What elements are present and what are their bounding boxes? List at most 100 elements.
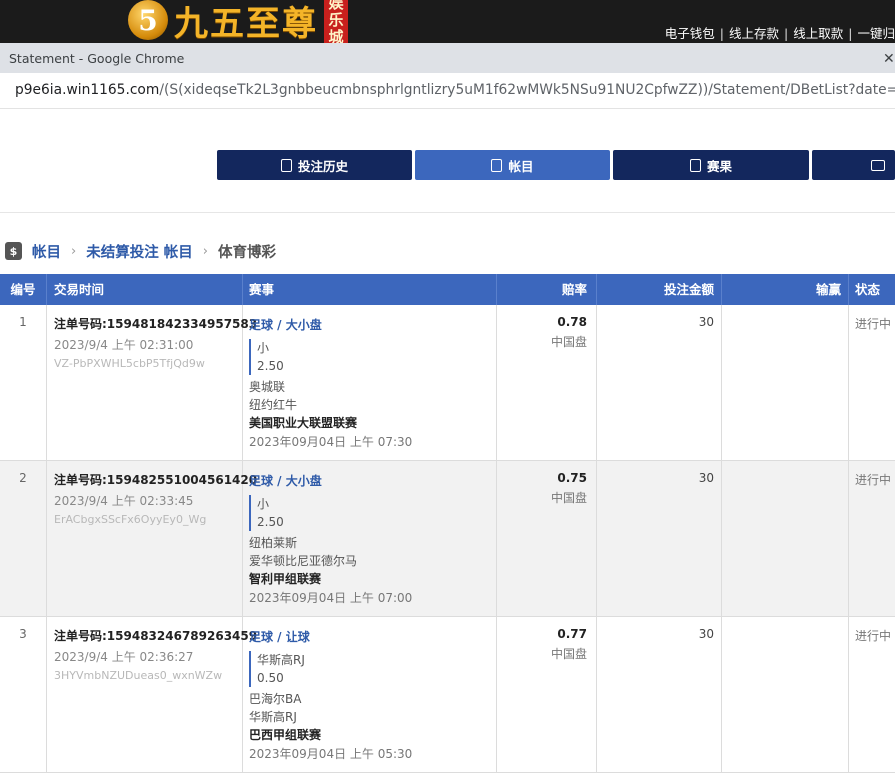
transaction-time: 2023/9/4 上午 02:36:27 (54, 650, 194, 664)
receipt-icon (280, 158, 292, 172)
url-host: p9e6ia.win1165.com (15, 82, 160, 98)
pick-line: 2.50 (257, 359, 284, 373)
url-path: /(S(xideqseTk2L3gnbbeucmbnsphrlgntlizry5… (159, 82, 895, 98)
tab-label: 投注历史 (297, 158, 348, 174)
odds-value: 0.77 (557, 627, 587, 641)
link-deposit[interactable]: 线上存款 (729, 26, 779, 41)
tab-statement[interactable]: 帐目 (415, 150, 610, 180)
tab-messages[interactable] (812, 150, 895, 180)
table-row: 2 注单号码:159482551004561420 2023/9/4 上午 02… (0, 461, 895, 617)
league-name: 美国职业大联盟联赛 (249, 416, 358, 430)
bet-number: 注单号码:159481842334957583 (54, 317, 258, 331)
breadcrumb-statement[interactable]: 帐目 (32, 241, 61, 262)
pick-line: 2.50 (257, 515, 284, 529)
breadcrumb-current: 体育博彩 (217, 244, 276, 261)
transaction-ref: VZ-PbPXWHL5cbP5TfjQd9w (54, 357, 205, 370)
odds-type: 中国盘 (550, 647, 587, 661)
table-row: 1 注单号码:159481842334957583 2023/9/4 上午 02… (0, 305, 895, 461)
bet-pick: 小 2.50 (249, 339, 496, 375)
league-name: 智利甲组联赛 (249, 572, 322, 586)
statement-icon (491, 158, 503, 172)
bet-pick: 小 2.50 (249, 495, 496, 531)
transaction-ref: 3HYVmbNZUDueas0_wxnWZw (54, 669, 223, 682)
bet-status: 进行中 (855, 473, 892, 487)
col-stake: 投注金额 (597, 274, 722, 305)
odds-value: 0.75 (557, 471, 587, 485)
window-title: Statement - Google Chrome (9, 51, 185, 66)
link-one-click[interactable]: 一键归 (857, 26, 895, 41)
kickoff-time: 2023年09月04日 上午 07:30 (249, 435, 413, 449)
pick-selection: 小 (257, 341, 270, 355)
site-banner: 5 九五至尊 娱乐城 电子钱包 | 线上存款 | 线上取款 | 一键归 (0, 0, 895, 43)
row-event-cell: 足球 / 让球 华斯高RJ 0.50 巴海尔BA 华斯高RJ 巴西甲组联赛 20… (243, 617, 497, 772)
transaction-time: 2023/9/4 上午 02:31:00 (54, 338, 194, 352)
pick-selection: 华斯高RJ (257, 653, 305, 667)
tab-label: 赛果 (706, 158, 732, 174)
stake-amount: 30 (597, 461, 722, 616)
team-home: 巴海尔BA (249, 692, 302, 706)
row-no: 2 (0, 461, 47, 616)
bet-number: 注单号码:159482551004561420 (54, 473, 258, 487)
kickoff-time: 2023年09月04日 上午 07:00 (249, 591, 413, 605)
browser-title-bar: Statement - Google Chrome ✕ (0, 43, 895, 73)
col-winloss: 输赢 (722, 274, 849, 305)
row-odds-cell: 0.77 中国盘 (497, 617, 597, 772)
stake-amount: 30 (597, 617, 722, 772)
sport-market: 足球 / 大小盘 (249, 318, 322, 332)
tab-results[interactable]: 赛果 (613, 150, 809, 180)
link-withdraw[interactable]: 线上取款 (793, 26, 843, 41)
table-row: 3 注单号码:159483246789263459 2023/9/4 上午 02… (0, 617, 895, 773)
row-time-cell: 注单号码:159482551004561420 2023/9/4 上午 02:3… (47, 461, 258, 616)
odds-type: 中国盘 (550, 491, 587, 505)
tab-label: 帐目 (508, 158, 534, 174)
row-time-cell: 注单号码:159483246789263459 2023/9/4 上午 02:3… (47, 617, 258, 772)
breadcrumb-unsettled[interactable]: 未结算投注 帐目 (86, 241, 193, 262)
section-divider (0, 212, 895, 213)
brand-tag: 娱乐城 (324, 0, 348, 43)
brand-name: 九五至尊 (174, 3, 318, 44)
col-status: 状态 (855, 282, 881, 297)
chevron-right-icon: › (71, 243, 77, 259)
col-no: 编号 (0, 274, 47, 305)
col-odds: 赔率 (497, 274, 597, 305)
odds-type: 中国盘 (550, 335, 587, 349)
win-loss (722, 305, 849, 460)
kickoff-time: 2023年09月04日 上午 05:30 (249, 747, 413, 761)
mail-icon (871, 159, 885, 171)
logo-emblem: 5 (128, 0, 168, 40)
league-name: 巴西甲组联赛 (249, 728, 322, 742)
row-no: 3 (0, 617, 47, 772)
sport-market: 足球 / 大小盘 (249, 474, 322, 488)
breadcrumb: $ 帐目 › 未结算投注 帐目 › 体育博彩 (5, 240, 276, 262)
row-event-cell: 足球 / 大小盘 小 2.50 奥城联 纽约红牛 美国职业大联盟联赛 2023年… (243, 305, 497, 460)
url-text[interactable]: p9e6ia.win1165.com/(S(xideqseTk2L3gnbbeu… (15, 82, 895, 98)
sport-market: 足球 / 让球 (249, 630, 310, 644)
transaction-ref: ErACbgxSScFx6OyyEy0_Wg (54, 513, 207, 526)
tab-bet-history[interactable]: 投注历史 (217, 150, 412, 180)
team-home: 纽柏莱斯 (249, 536, 298, 550)
row-odds-cell: 0.75 中国盘 (497, 461, 597, 616)
top-links: 电子钱包 | 线上存款 | 线上取款 | 一键归 (664, 26, 895, 41)
transaction-time: 2023/9/4 上午 02:33:45 (54, 494, 194, 508)
bet-number: 注单号码:159483246789263459 (54, 629, 258, 643)
site-logo[interactable]: 5 九五至尊 娱乐城 (128, 0, 348, 43)
address-bar[interactable]: p9e6ia.win1165.com/(S(xideqseTk2L3gnbbeu… (0, 73, 895, 109)
bet-pick: 华斯高RJ 0.50 (249, 651, 496, 687)
row-event-cell: 足球 / 大小盘 小 2.50 纽柏莱斯 爱华顿比尼亚德尔马 智利甲组联赛 20… (243, 461, 497, 616)
team-away: 纽约红牛 (249, 398, 298, 412)
table-header: 编号 交易时间 赛事 赔率 投注金额 输赢 状态 (0, 274, 895, 305)
win-loss (722, 617, 849, 772)
close-icon[interactable]: ✕ (883, 51, 895, 67)
team-away: 华斯高RJ (249, 710, 297, 724)
row-odds-cell: 0.78 中国盘 (497, 305, 597, 460)
col-time: 交易时间 (47, 274, 243, 305)
odds-value: 0.78 (557, 315, 587, 329)
money-icon: $ (5, 242, 22, 260)
link-ewallet[interactable]: 电子钱包 (665, 26, 715, 41)
chevron-right-icon: › (202, 243, 208, 259)
team-home: 奥城联 (249, 380, 286, 394)
col-event: 赛事 (243, 274, 497, 305)
team-away: 爱华顿比尼亚德尔马 (249, 554, 358, 568)
pick-selection: 小 (257, 497, 270, 511)
scoreboard-icon (689, 158, 701, 172)
